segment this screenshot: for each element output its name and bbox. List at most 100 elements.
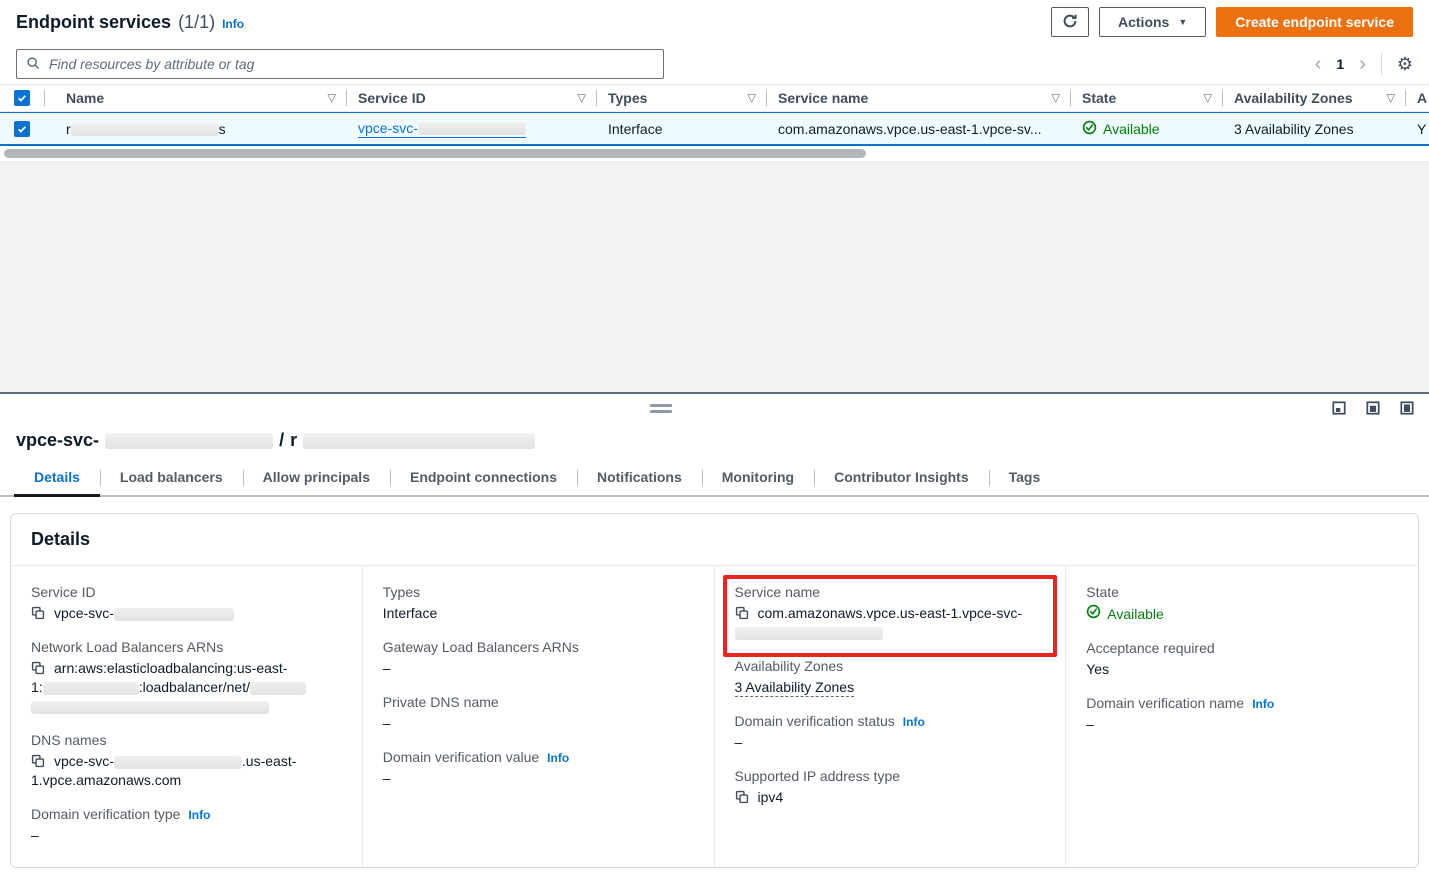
info-link[interactable]: Info [547,751,569,765]
panel-size-small-icon[interactable] [1332,401,1346,415]
tab-notifications[interactable]: Notifications [577,463,702,495]
preferences-gear-icon[interactable]: ⚙ [1397,55,1413,73]
search-input[interactable] [47,55,654,73]
field-glb-arns: Gateway Load Balancers ARNs – [383,639,694,678]
details-column-4: State Available Acceptance required Yes [1066,566,1418,867]
actions-button[interactable]: Actions ▼ [1099,7,1206,37]
field-label: Domain verification value [383,749,539,765]
details-column-1: Service ID vpce-svc- Network Load Balanc… [11,566,363,867]
panel-size-large-icon[interactable] [1400,401,1414,415]
field-domain-verification-value: Domain verification value Info – [383,749,694,788]
column-header-acceptance-cutoff[interactable]: A [1405,90,1429,106]
refresh-button[interactable] [1051,7,1089,37]
tab-tags[interactable]: Tags [989,463,1061,495]
tab-contributor-insights[interactable]: Contributor Insights [814,463,989,495]
current-page-number[interactable]: 1 [1336,56,1344,72]
tab-allow-principals[interactable]: Allow principals [243,463,390,495]
redacted-text [114,608,234,621]
field-domain-verification-type: Domain verification type Info – [31,806,342,845]
copy-icon[interactable] [31,754,45,773]
field-availability-zones: Availability Zones 3 Availability Zones [735,658,1046,697]
tab-monitoring[interactable]: Monitoring [702,463,814,495]
table-toolbar: ‹ 1 › ⚙ [0,44,1429,84]
filter-icon[interactable]: ▽ [1052,92,1060,105]
split-panel: vpce-svc- / r Details Load balancers All… [0,392,1429,886]
page-heading: Endpoint services (1/1) Info [16,12,244,33]
caret-down-icon: ▼ [1178,17,1187,27]
page-info-link[interactable]: Info [222,17,244,31]
info-link[interactable]: Info [1252,697,1274,711]
search-box[interactable] [16,49,664,79]
panel-layout-controls [1332,401,1414,415]
resource-count: (1/1) [178,12,215,33]
cell-state: Available [1070,120,1222,138]
filter-icon[interactable]: ▽ [748,92,756,105]
divider [1381,53,1382,75]
select-all-checkbox[interactable] [14,90,30,106]
table-row[interactable]: rs vpce-svc- Interface com.amazonaws.vpc… [0,112,1429,146]
info-link[interactable]: Info [188,808,210,822]
filter-icon[interactable]: ▽ [1204,92,1212,105]
filter-icon[interactable]: ▽ [578,92,586,105]
field-label: DNS names [31,732,106,748]
previous-page-button[interactable]: ‹ [1315,54,1322,74]
column-header-state[interactable]: State ▽ [1070,90,1222,106]
field-service-id: Service ID vpce-svc- [31,584,342,623]
pagination: ‹ 1 › ⚙ [1315,53,1413,75]
tab-details[interactable]: Details [14,463,100,495]
column-header-name[interactable]: Name ▽ [44,90,346,106]
field-label: Domain verification type [31,806,180,822]
field-label: Service name [735,584,821,600]
horizontal-scrollbar-track[interactable] [0,146,1429,162]
cell-name: rs [44,121,346,137]
redacted-text [303,433,535,449]
cell-service-id: vpce-svc- [346,120,596,138]
table-header-row: Name ▽ Service ID ▽ Types ▽ Service name… [0,84,1429,112]
availability-zones-popover-link[interactable]: 3 Availability Zones [735,679,855,697]
horizontal-scrollbar-thumb[interactable] [4,149,866,158]
state-text: Available [1103,121,1160,137]
next-page-button[interactable]: › [1359,54,1366,74]
filter-icon[interactable]: ▽ [1387,92,1395,105]
redacted-text [418,122,526,135]
details-column-3: Service name com.amazonaws.vpce.us-east-… [715,566,1067,867]
copy-icon[interactable] [735,790,749,809]
column-header-availability-zones[interactable]: Availability Zones ▽ [1222,90,1405,106]
page-header: Endpoint services (1/1) Info Actions ▼ C… [0,0,1429,44]
field-acceptance-required: Acceptance required Yes [1086,640,1398,679]
cell-types: Interface [596,121,766,137]
tab-endpoint-connections[interactable]: Endpoint connections [390,463,577,495]
copy-icon[interactable] [31,661,45,680]
status-success-icon [1086,604,1101,624]
field-service-name: Service name com.amazonaws.vpce.us-east-… [735,584,1046,642]
column-header-service-id[interactable]: Service ID ▽ [346,90,596,106]
copy-icon[interactable] [31,606,45,625]
field-label: State [1086,584,1119,600]
cell-acceptance-cutoff: Y [1405,121,1429,137]
field-nlb-arns: Network Load Balancers ARNs arn:aws:elas… [31,639,342,716]
row-checkbox[interactable] [14,121,30,137]
copy-icon[interactable] [735,606,749,625]
tab-load-balancers[interactable]: Load balancers [100,463,243,495]
details-column-2: Types Interface Gateway Load Balancers A… [363,566,715,867]
field-label: Gateway Load Balancers ARNs [383,639,579,655]
column-header-types[interactable]: Types ▽ [596,90,766,106]
field-domain-verification-status: Domain verification status Info – [735,713,1046,752]
create-endpoint-service-button[interactable]: Create endpoint service [1216,7,1413,37]
info-link[interactable]: Info [903,715,925,729]
panel-title: vpce-svc- / r [0,394,1429,451]
availability-zones-popover-link[interactable]: 3 Availability Zones [1234,121,1354,137]
field-label: Supported IP address type [735,768,901,784]
redacted-text [71,123,219,136]
service-id-link[interactable]: vpce-svc- [358,120,526,138]
page-title: Endpoint services [16,12,171,33]
panel-size-medium-icon[interactable] [1366,401,1380,415]
search-icon [26,56,40,73]
endpoint-services-list-section: Endpoint services (1/1) Info Actions ▼ C… [0,0,1429,392]
refresh-icon [1062,13,1078,32]
filter-icon[interactable]: ▽ [328,92,336,105]
split-panel-drag-handle[interactable] [650,404,672,413]
state-text: Available [1107,605,1164,624]
column-header-service-name[interactable]: Service name ▽ [766,90,1070,106]
field-domain-verification-name: Domain verification name Info – [1086,695,1398,734]
